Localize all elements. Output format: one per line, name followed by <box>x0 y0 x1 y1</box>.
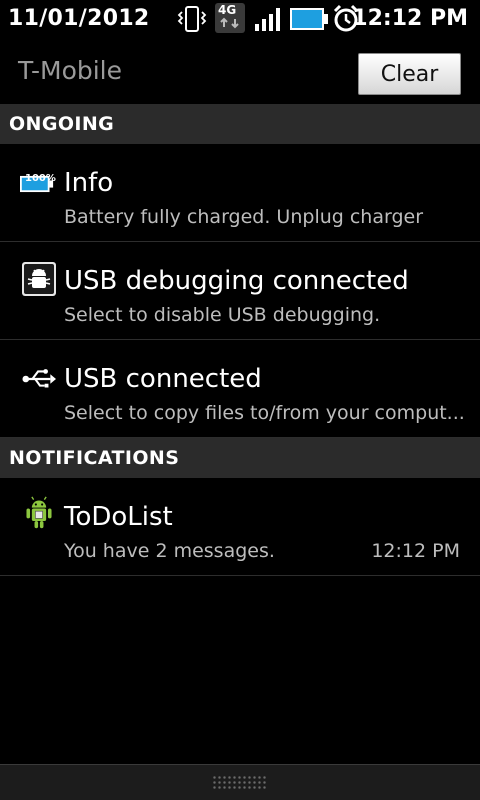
usb-icon <box>22 369 56 388</box>
section-header-notifications: NOTIFICATIONS <box>0 438 480 478</box>
notification-time: 12:12 PM <box>371 540 460 562</box>
clear-button[interactable]: Clear <box>358 53 461 95</box>
status-date: 11/01/2012 <box>8 6 150 31</box>
notification-title: ToDoList <box>64 502 173 532</box>
notification-row-usb-connected[interactable]: USB connected Select to copy files to/fr… <box>0 340 480 438</box>
4g-data-icon: 4G <box>215 3 245 33</box>
notification-row-usb-debugging[interactable]: USB debugging connected Select to disabl… <box>0 242 480 340</box>
notification-text: Select to disable USB debugging. <box>64 304 381 326</box>
notification-title: Info <box>64 168 114 198</box>
section-header-ongoing: ONGOING <box>0 104 480 144</box>
notification-text: You have 2 messages. <box>64 540 275 562</box>
notification-text: Battery fully charged. Unplug charger <box>64 206 424 228</box>
notification-text: Select to copy files to/from your comput… <box>64 402 465 424</box>
grip-icon <box>212 775 268 791</box>
notification-title: USB debugging connected <box>64 266 409 296</box>
network-type-label: 4G <box>218 3 237 17</box>
status-time: 12:12 PM <box>352 6 468 31</box>
android-app-icon <box>26 496 52 529</box>
vibrate-icon <box>177 6 207 32</box>
signal-icon <box>255 8 280 31</box>
battery-percent-label: 100% <box>25 173 56 184</box>
notification-title: USB connected <box>64 364 262 394</box>
drag-handle-bar[interactable] <box>0 764 480 800</box>
status-bar: 11/01/2012 4G 12:12 PM <box>0 0 480 38</box>
notification-row-todolist[interactable]: ToDoList You have 2 messages. 12:12 PM <box>0 478 480 576</box>
carrier-name: T-Mobile <box>18 56 123 85</box>
android-debug-icon <box>22 262 56 296</box>
notification-row-info[interactable]: 100% Info Battery fully charged. Unplug … <box>0 144 480 242</box>
battery-icon <box>290 8 328 30</box>
